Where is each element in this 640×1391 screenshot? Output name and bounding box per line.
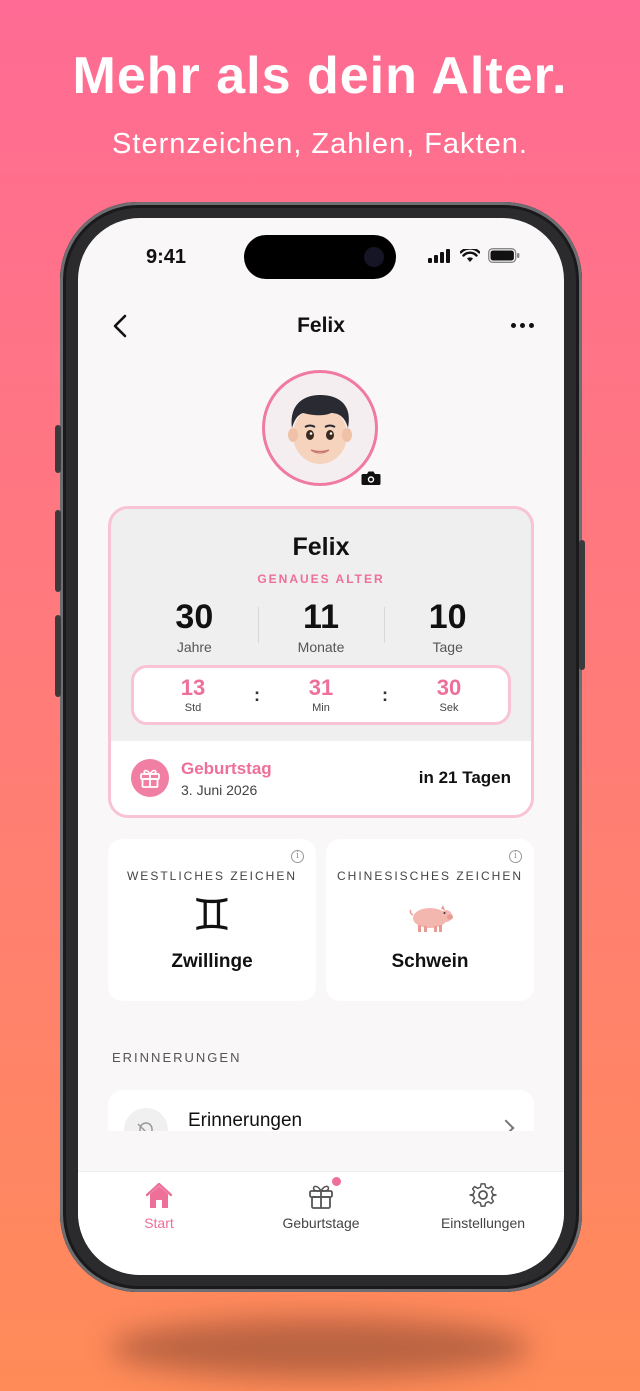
western-sign-name: Zwillinge (171, 951, 253, 972)
timer-hours-value: 13 (180, 675, 206, 700)
front-camera (364, 247, 384, 267)
age-days-value: 10 (428, 598, 467, 636)
side-button-power (579, 540, 585, 670)
timer-hours: 13 Std (134, 675, 252, 715)
boy-memoji-avatar (288, 395, 352, 464)
timer-seconds-label: Sek (439, 702, 459, 714)
tab-start[interactable]: Start (78, 1172, 240, 1275)
age-card-name: Felix (292, 533, 350, 561)
info-icon[interactable]: i (291, 850, 304, 863)
gift-icon (309, 1185, 333, 1209)
birthday-title: Geburtstag (181, 758, 272, 778)
western-sign-label: WESTLICHES ZEICHEN (126, 869, 297, 883)
phone-screen: 9:41 Felix Felix GENAUES ALTER 30 Jahre … (78, 218, 564, 1275)
age-months-value: 11 (303, 598, 339, 636)
timer-separator: : (382, 684, 388, 705)
promo-subline: Sternzeichen, Zahlen, Fakten. (112, 128, 528, 160)
age-months: 11 Monate (257, 597, 385, 657)
timer-minutes: 31 Min (262, 675, 380, 715)
timer-hours-label: Std (184, 702, 202, 714)
gemini-icon: ♊ (192, 890, 232, 941)
tab-start-label: Start (144, 1215, 174, 1231)
timer-seconds-value: 30 (436, 675, 462, 700)
battery-icon (488, 248, 520, 263)
pig-icon (326, 889, 534, 948)
age-card: Felix GENAUES ALTER 30 Jahre 11 Monate 1… (108, 506, 534, 818)
side-button-volume-down (55, 615, 61, 697)
birthday-date: 3. Juni 2026 (181, 781, 258, 798)
tab-bar: Start Geburtstage Einstellungen (78, 1171, 564, 1275)
birthday-info: Geburtstag 3. Juni 2026 (181, 759, 419, 798)
more-options-icon[interactable] (511, 323, 534, 328)
age-years-value: 30 (175, 598, 214, 636)
reminders-label: Erinnerungen (188, 1110, 303, 1131)
age-card-subtitle: GENAUES ALTER (257, 572, 385, 586)
age-years-label: Jahre (176, 639, 212, 655)
age-days: 10 Tage (384, 597, 511, 657)
western-sign-card[interactable]: i WESTLICHES ZEICHEN ♊ Zwillinge (108, 839, 316, 1001)
age-months-label: Monate (297, 639, 345, 655)
gear-icon (469, 1183, 497, 1207)
camera-icon[interactable] (361, 470, 381, 486)
tab-settings[interactable]: Einstellungen (402, 1172, 564, 1275)
timer-separator: : (254, 684, 260, 705)
age-years: 30 Jahre (131, 597, 258, 657)
page-title: Felix (297, 314, 345, 337)
wifi-icon (460, 248, 480, 262)
chinese-sign-card[interactable]: i CHINESISCHES ZEICHEN Schwein (326, 839, 534, 1001)
timer-seconds: 30 Sek (390, 675, 508, 715)
tab-birthdays-label: Geburtstage (282, 1215, 360, 1231)
tab-settings-label: Einstellungen (440, 1215, 526, 1231)
live-timer: 13 Std : 31 Min : 30 Sek (131, 665, 511, 725)
scroll-fade (78, 1131, 564, 1171)
avatar[interactable] (262, 370, 378, 486)
birthday-row[interactable]: Geburtstag 3. Juni 2026 in 21 Tagen (111, 741, 531, 815)
info-icon[interactable]: i (509, 850, 522, 863)
side-button-mute (55, 425, 61, 473)
signal-icon (428, 248, 450, 263)
phone-shadow (110, 1318, 530, 1378)
timer-minutes-value: 31 (308, 675, 334, 700)
age-summary: 30 Jahre 11 Monate 10 Tage (131, 597, 511, 657)
house-icon (145, 1182, 173, 1208)
chinese-sign-label: CHINESISCHES ZEICHEN (336, 869, 524, 883)
side-button-volume-up (55, 510, 61, 592)
birthday-countdown: in 21 Tagen (418, 768, 511, 787)
status-time: 9:41 (146, 246, 187, 268)
tab-birthdays[interactable]: Geburtstage (240, 1172, 402, 1275)
chinese-sign-name: Schwein (391, 951, 469, 972)
dynamic-island (244, 235, 396, 279)
timer-minutes-label: Min (312, 702, 330, 714)
gift-icon (131, 759, 169, 797)
promo-headline: Mehr als dein Alter. (72, 47, 568, 105)
section-title-reminders: ERINNERUNGEN (112, 1050, 242, 1065)
status-icons (428, 248, 520, 263)
notification-dot (332, 1177, 341, 1186)
age-days-label: Tage (432, 639, 463, 655)
